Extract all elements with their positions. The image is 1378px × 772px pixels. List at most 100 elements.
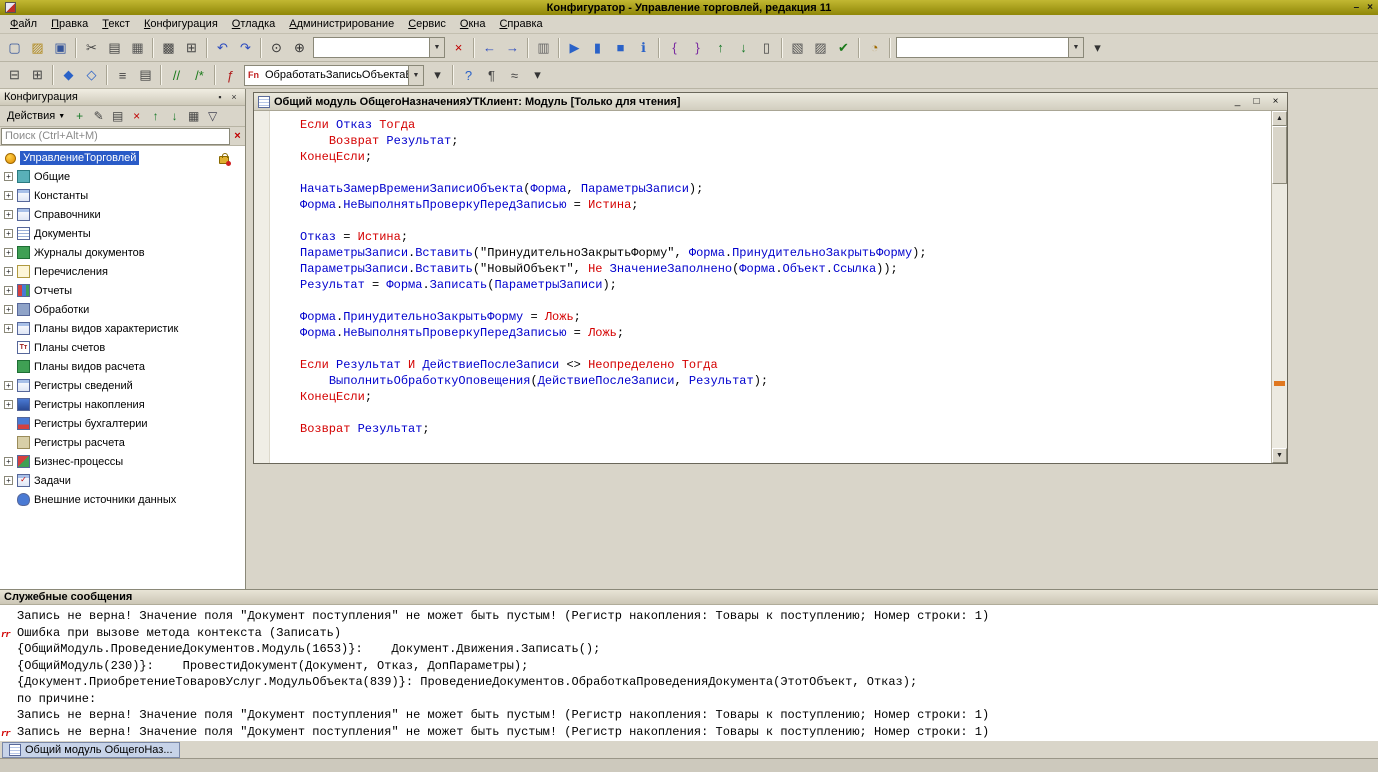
tree-item[interactable]: +Регистры расчета [0,433,245,452]
format-icon[interactable]: ≡ [111,64,134,86]
code-editor[interactable]: Если Отказ Тогда Возврат Результат;Конец… [270,111,1271,463]
forward-icon[interactable]: → [501,37,524,59]
scroll-up-icon[interactable]: ▲ [1272,111,1287,126]
scroll-track[interactable] [1272,126,1287,448]
editor-titlebar[interactable]: Общий модуль ОбщегоНазначенияУТКлиент: М… [254,93,1287,111]
message-line[interactable]: {Документ.ПриобретениеТоваровУслуг.Модул… [0,674,1378,691]
menu-item-7[interactable]: Окна [453,16,493,32]
tree-item[interactable]: +Общие [0,167,245,186]
tree-item[interactable]: +Справочники [0,205,245,224]
tree-item[interactable]: +Планы видов расчета [0,357,245,376]
debug-stop-icon[interactable]: ■ [609,37,632,59]
expander-icon[interactable]: + [4,248,13,257]
expander-icon[interactable]: + [4,210,13,219]
global-search-combo-input[interactable] [897,38,1068,57]
expander-icon[interactable]: + [4,476,13,485]
stopwatch-icon[interactable]: ◔ [863,37,886,59]
close-button[interactable]: × [1367,2,1373,13]
menu-item-8[interactable]: Справка [492,16,549,32]
format-block-icon[interactable]: ▤ [134,64,157,86]
clear-search-icon[interactable]: × [447,37,470,59]
tree-item[interactable]: +Бизнес-процессы [0,452,245,471]
scroll-thumb[interactable] [1272,126,1287,184]
template-icon[interactable]: ▧ [786,37,809,59]
tree-item[interactable]: +Задачи [0,471,245,490]
chevron-down-icon[interactable]: ▼ [1068,38,1083,57]
tree-item[interactable]: +Перечисления [0,262,245,281]
back-icon[interactable]: ← [478,37,501,59]
add-icon[interactable]: + [70,107,89,125]
events-icon[interactable]: ≈ [503,64,526,86]
copy-icon[interactable]: ▤ [103,37,126,59]
quick-search-combo-input[interactable] [314,38,429,57]
bookmark-next-icon[interactable]: ◇ [80,64,103,86]
editor-vertical-scrollbar[interactable]: ▲ ▼ [1271,111,1287,463]
breakpoint-gutter[interactable] [254,111,270,463]
bookmark-icon[interactable]: ◆ [57,64,80,86]
procedures-list-icon[interactable]: ¶ [480,64,503,86]
menu-item-0[interactable]: Файл [3,16,44,32]
chevron-down-icon[interactable]: ▼ [408,66,423,85]
editor-minimize-button[interactable]: _ [1230,95,1245,108]
save-icon[interactable]: ▣ [49,37,72,59]
syntax-check-icon[interactable]: ✔ [832,37,855,59]
configuration-icon[interactable]: ▥ [532,37,555,59]
editor-maximize-button[interactable]: □ [1249,95,1264,108]
tree-item[interactable]: +Внешние источники данных [0,490,245,509]
proc-up-icon[interactable]: ↑ [709,37,732,59]
editor-close-button[interactable]: × [1268,95,1283,108]
message-line[interactable]: по причине: [0,691,1378,708]
menu-item-3[interactable]: Конфигурация [137,16,225,32]
new-icon[interactable]: ▢ [3,37,26,59]
more2-icon[interactable]: ▾ [526,64,549,86]
tree-item[interactable]: +Регистры бухгалтерии [0,414,245,433]
expander-icon[interactable]: + [4,324,13,333]
copy-icon[interactable]: ▤ [108,107,127,125]
tree-search-input[interactable] [1,128,230,145]
tree-item[interactable]: +Обработки [0,300,245,319]
expander-icon[interactable]: + [4,267,13,276]
menu-item-6[interactable]: Сервис [401,16,453,32]
more-icon[interactable]: ▾ [1086,37,1109,59]
find-replace-icon[interactable]: ⊕ [288,37,311,59]
module-procedure-combo[interactable]: FnОбработатьЗаписьОбъектаВФ▼ [244,65,424,86]
proc-down-icon[interactable]: ↓ [732,37,755,59]
move-up-icon[interactable]: ↑ [146,107,165,125]
delete-icon[interactable]: × [127,107,146,125]
quick-search-combo[interactable]: ▼ [313,37,445,58]
window-split-icon[interactable]: ⊟ [3,64,26,86]
tree-item[interactable]: +Журналы документов [0,243,245,262]
menu-item-2[interactable]: Текст [95,16,137,32]
messages-body[interactable]: Запись не верна! Значение поля "Документ… [0,605,1378,740]
tree-item[interactable]: +Отчеты [0,281,245,300]
expander-icon[interactable]: + [4,286,13,295]
help-contents-icon[interactable]: ? [457,64,480,86]
search-clear-icon[interactable]: × [230,130,245,142]
minimize-button[interactable]: – [1354,2,1360,13]
find-icon[interactable]: ⊙ [265,37,288,59]
pin-icon[interactable]: ▪ [213,91,227,104]
global-search-combo[interactable]: ▼ [896,37,1084,58]
menu-item-1[interactable]: Правка [44,16,95,32]
edit-icon[interactable]: ✎ [89,107,108,125]
message-line[interactable]: rrОшибка при вызове метода контекста (За… [0,625,1378,642]
move-down-icon[interactable]: ↓ [165,107,184,125]
template-save-icon[interactable]: ▨ [809,37,832,59]
proc-open-icon[interactable]: { [663,37,686,59]
cut-icon[interactable]: ✂ [80,37,103,59]
tree-item[interactable]: +Регистры накопления [0,395,245,414]
tree-item[interactable]: +Планы счетов [0,338,245,357]
expander-icon[interactable]: + [4,457,13,466]
debug-start-icon[interactable]: ▶ [563,37,586,59]
message-line[interactable]: Запись не верна! Значение поля "Документ… [0,608,1378,625]
tree-item[interactable]: +Константы [0,186,245,205]
tree-item[interactable]: +Планы видов характеристик [0,319,245,338]
scroll-down-icon[interactable]: ▼ [1272,448,1287,463]
tree-item[interactable]: +Документы [0,224,245,243]
expander-icon[interactable]: + [4,400,13,409]
expander-icon[interactable]: + [4,305,13,314]
comment-icon[interactable]: // [165,64,188,86]
open-icon[interactable]: ▨ [26,37,49,59]
message-line[interactable]: {ОбщийМодуль.ПроведениеДокументов.Модуль… [0,641,1378,658]
expander-icon[interactable]: + [4,381,13,390]
